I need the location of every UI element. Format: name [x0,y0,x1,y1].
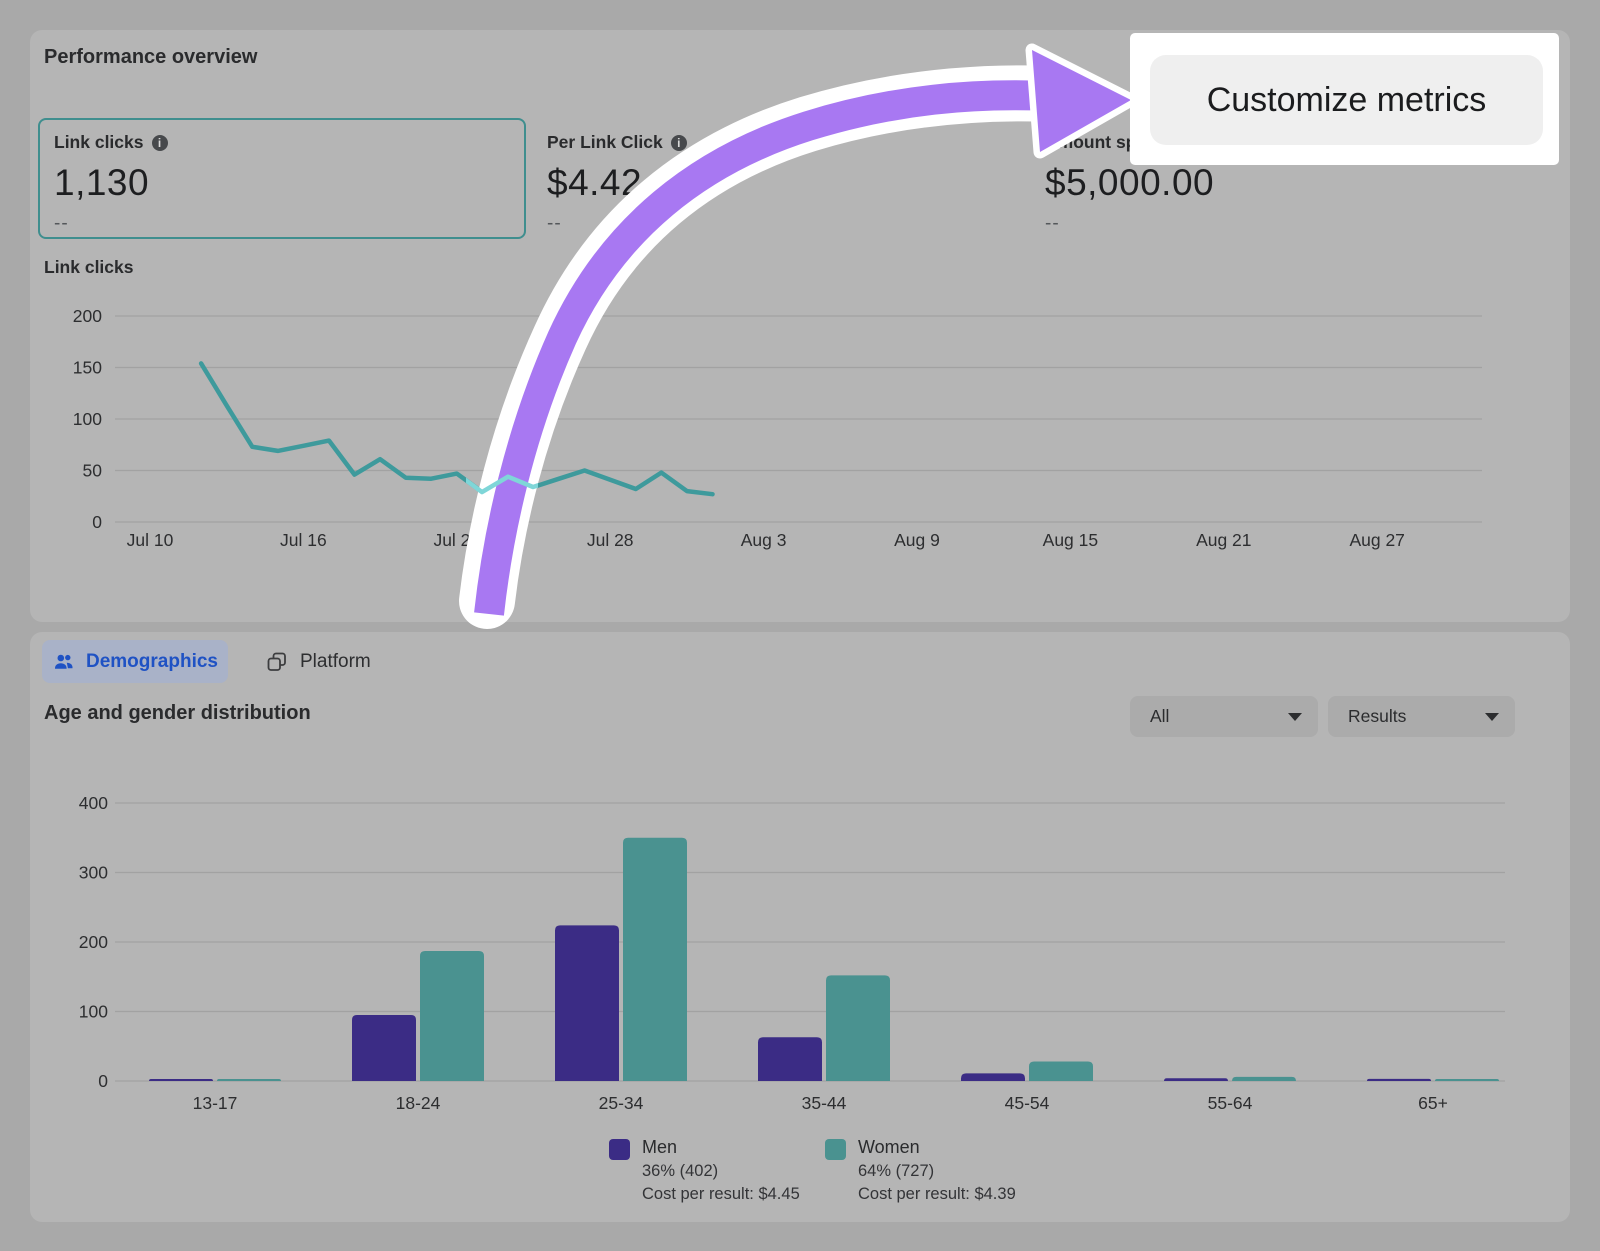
demographics-panel: Demographics Platform Age and gender dis… [30,632,1570,1222]
x-axis-label: Aug 15 [1043,530,1098,550]
y-axis-label: 400 [79,793,108,813]
info-icon[interactable]: i [671,135,687,151]
bar-women-35-44 [826,975,890,1081]
bar-women-45-54 [1029,1062,1093,1081]
x-axis-label: Aug 27 [1349,530,1404,550]
x-axis-label: Jul 16 [280,530,327,550]
x-axis-label: 13-17 [193,1093,238,1113]
tab-label: Demographics [86,651,218,673]
metric-value: $5,000.00 [1045,162,1214,204]
legend-cost: Cost per result: $4.39 [858,1185,1016,1204]
panel-title: Performance overview [44,46,257,69]
y-axis-label: 200 [73,306,102,326]
x-axis-label: 35-44 [802,1093,847,1113]
x-axis-label: Jul 28 [587,530,634,550]
bar-men-13-17 [149,1079,213,1081]
bar-men-55-64 [1164,1078,1228,1081]
y-axis-label: 0 [92,512,102,532]
chart-filters: All Results [1130,696,1515,737]
legend-share: 64% (727) [858,1162,1016,1181]
y-axis-label: 100 [73,409,102,429]
x-axis-label: 65+ [1418,1093,1448,1113]
legend-name: Men [642,1137,800,1158]
legend-men: Men 36% (402) Cost per result: $4.45 [609,1137,800,1204]
chevron-down-icon [1288,713,1302,721]
metric-delta: -- [547,213,687,235]
x-axis-label: 55-64 [1208,1093,1253,1113]
x-axis-label: Jul 10 [127,530,174,550]
tab-demographics[interactable]: Demographics [42,640,228,683]
tab-label: Platform [300,651,371,673]
bar-men-45-54 [961,1073,1025,1081]
bar-women-13-17 [217,1079,281,1081]
y-axis-label: 50 [83,461,103,481]
metric-label: Link clicks [54,132,144,153]
metric-delta: -- [1045,213,1214,235]
x-axis-label: Aug 21 [1196,530,1251,550]
x-axis-label: Aug 3 [741,530,787,550]
breakdown-dropdown[interactable]: All [1130,696,1318,737]
x-axis-label: 18-24 [396,1093,441,1113]
bar-women-25-34 [623,838,687,1081]
metric-delta: -- [54,213,510,235]
chevron-down-icon [1485,713,1499,721]
x-axis-label: Aug 9 [894,530,940,550]
bar-men-25-34 [555,925,619,1081]
bar-women-65+ [1435,1079,1499,1081]
y-axis-label: 300 [79,863,108,883]
metric-dropdown[interactable]: Results [1328,696,1515,737]
layers-icon [266,651,288,673]
bar-chart-section-title: Age and gender distribution [44,702,311,725]
dropdown-value: Results [1348,706,1406,727]
bar-men-65+ [1367,1079,1431,1081]
line-chart-title: Link clicks [44,257,134,278]
y-axis-label: 150 [73,358,102,378]
tab-platform[interactable]: Platform [252,645,385,679]
legend-women: Women 64% (727) Cost per result: $4.39 [825,1137,1016,1204]
customize-metrics-button[interactable]: Customize metrics [1150,55,1543,145]
metric-card-link-clicks[interactable]: Link clicks i 1,130 -- [38,118,526,239]
bar-women-55-64 [1232,1077,1296,1081]
x-axis-label: Jul 22 [433,530,480,550]
people-icon [52,650,76,674]
metric-value: $4.42 [547,162,687,204]
bar-women-18-24 [420,951,484,1081]
y-axis-label: 100 [79,1002,108,1022]
metric-per-link-click[interactable]: Per Link Click i $4.42 -- [547,118,687,235]
customize-metrics-callout: Customize metrics [1130,33,1559,165]
metric-label: Per Link Click [547,132,663,153]
x-axis-label: 25-34 [599,1093,644,1113]
metric-value: 1,130 [54,162,510,204]
dropdown-value: All [1150,706,1169,727]
link-clicks-series-line [201,363,712,494]
legend-share: 36% (402) [642,1162,800,1181]
y-axis-label: 200 [79,932,108,952]
men-swatch-icon [609,1139,630,1160]
legend-name: Women [858,1137,1016,1158]
info-icon[interactable]: i [152,135,168,151]
y-axis-label: 0 [98,1071,108,1091]
legend-cost: Cost per result: $4.45 [642,1185,800,1204]
bar-men-35-44 [758,1037,822,1081]
women-swatch-icon [825,1139,846,1160]
x-axis-label: 45-54 [1005,1093,1050,1113]
bar-men-18-24 [352,1015,416,1081]
